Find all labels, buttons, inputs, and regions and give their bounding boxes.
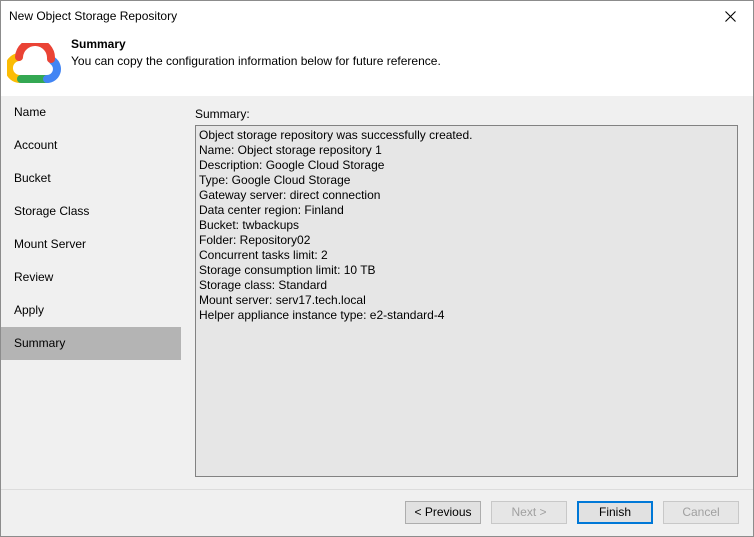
finish-button[interactable]: Finish xyxy=(577,501,653,524)
google-cloud-logo-icon xyxy=(7,43,61,84)
nav-item-label: Apply xyxy=(14,303,45,317)
window-title: New Object Storage Repository xyxy=(9,9,178,23)
summary-line: Data center region: Finland xyxy=(199,203,344,217)
nav-item-name[interactable]: Name xyxy=(1,96,181,129)
nav-item-apply[interactable]: Apply xyxy=(1,294,181,327)
summary-line: Bucket: twbackups xyxy=(199,218,300,232)
summary-line: Concurrent tasks limit: 2 xyxy=(199,248,328,262)
nav-item-summary[interactable]: Summary xyxy=(1,327,181,360)
title-bar: New Object Storage Repository xyxy=(1,1,753,32)
nav-item-review[interactable]: Review xyxy=(1,261,181,294)
nav-item-storage-class[interactable]: Storage Class xyxy=(1,195,181,228)
wizard-steps-nav: Name Account Bucket Storage Class Mount … xyxy=(1,96,181,360)
nav-item-label: Review xyxy=(14,270,54,284)
next-button[interactable]: Next > xyxy=(491,501,567,524)
nav-item-bucket[interactable]: Bucket xyxy=(1,162,181,195)
summary-line: Storage class: Standard xyxy=(199,278,328,292)
summary-label: Summary: xyxy=(195,107,250,121)
summary-line: Object storage repository was successful… xyxy=(199,128,473,142)
nav-item-label: Name xyxy=(14,105,47,119)
nav-item-label: Account xyxy=(14,138,58,152)
summary-textbox[interactable]: Object storage repository was successful… xyxy=(195,125,738,477)
nav-item-mount-server[interactable]: Mount Server xyxy=(1,228,181,261)
nav-item-label: Storage Class xyxy=(14,204,90,218)
header-title: Summary xyxy=(71,37,126,51)
summary-line: Description: Google Cloud Storage xyxy=(199,158,385,172)
summary-line: Mount server: serv17.tech.local xyxy=(199,293,366,307)
summary-line: Folder: Repository02 xyxy=(199,233,311,247)
header-subtitle: You can copy the configuration informati… xyxy=(71,54,441,68)
summary-line: Helper appliance instance type: e2-stand… xyxy=(199,308,445,322)
close-icon xyxy=(724,11,736,22)
nav-item-label: Summary xyxy=(14,336,66,350)
footer-divider xyxy=(1,489,753,490)
summary-line: Type: Google Cloud Storage xyxy=(199,173,351,187)
wizard-header: Summary You can copy the configuration i… xyxy=(1,32,753,96)
nav-item-label: Bucket xyxy=(14,171,51,185)
wizard-window: New Object Storage Repository Summary Yo… xyxy=(0,0,754,537)
nav-item-label: Mount Server xyxy=(14,237,87,251)
close-button[interactable] xyxy=(707,1,753,32)
nav-item-account[interactable]: Account xyxy=(1,129,181,162)
cancel-button[interactable]: Cancel xyxy=(663,501,739,524)
summary-line: Gateway server: direct connection xyxy=(199,188,381,202)
summary-line: Storage consumption limit: 10 TB xyxy=(199,263,376,277)
previous-button[interactable]: < Previous xyxy=(405,501,481,524)
summary-line: Name: Object storage repository 1 xyxy=(199,143,382,157)
